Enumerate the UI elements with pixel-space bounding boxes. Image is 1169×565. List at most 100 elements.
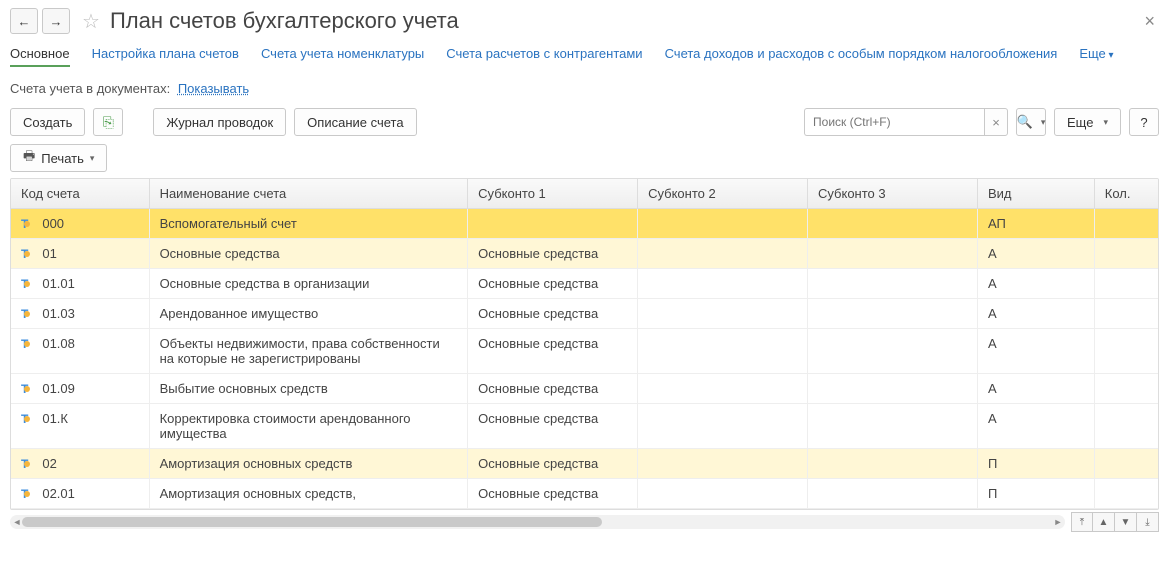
cell-kol xyxy=(1094,449,1158,479)
star-icon[interactable]: ☆ xyxy=(82,9,100,34)
account-name: Объекты недвижимости, права собственност… xyxy=(149,329,468,374)
table-row[interactable]: T02Амортизация основных средствОсновные … xyxy=(11,449,1158,479)
scroll-thumb[interactable] xyxy=(22,517,602,527)
col-sub1[interactable]: Субконто 1 xyxy=(468,179,638,209)
create-button[interactable]: Создать xyxy=(10,108,85,136)
cell-kol xyxy=(1094,374,1158,404)
table-row[interactable]: T 02.01 Амортизация основных средств,Основ… xyxy=(11,479,1158,509)
create-copy-button[interactable]: ⎘ xyxy=(93,108,123,136)
chevron-down-icon: ▾ xyxy=(90,153,95,164)
cell-sub3 xyxy=(808,299,978,329)
scroll-up-button[interactable]: ▲ xyxy=(1093,512,1115,532)
cell-sub2 xyxy=(638,374,808,404)
print-button[interactable]: 🖶 Печать ▾ xyxy=(10,144,107,172)
scroll-right-icon: ► xyxy=(1051,515,1065,529)
account-icon: T xyxy=(21,487,34,501)
col-kol[interactable]: Кол. xyxy=(1094,179,1158,209)
account-name: Основные средства xyxy=(149,239,468,269)
cell-kol xyxy=(1094,239,1158,269)
table-row[interactable]: T01.ККорректировка стоимости арендованно… xyxy=(11,404,1158,449)
chevron-down-icon: ▾ xyxy=(1041,117,1046,128)
tab-nomenclature[interactable]: Счета учета номенклатуры xyxy=(261,46,424,61)
cell-sub1: Основные средства xyxy=(468,374,638,404)
cell-vid: А xyxy=(977,239,1094,269)
cell-vid: П xyxy=(977,479,1094,509)
account-name: Выбытие основных средств xyxy=(149,374,468,404)
cell-vid: П xyxy=(977,449,1094,479)
cell-kol xyxy=(1094,269,1158,299)
table-row[interactable]: T01.08Объекты недвижимости, права собств… xyxy=(11,329,1158,374)
close-button[interactable]: × xyxy=(1140,11,1159,32)
cell-kol xyxy=(1094,329,1158,374)
print-icon: 🖶 xyxy=(23,147,35,169)
tab-tax[interactable]: Счета доходов и расходов с особым порядк… xyxy=(665,46,1058,61)
account-code: 01.01 xyxy=(42,276,75,291)
cell-sub3 xyxy=(808,269,978,299)
col-code[interactable]: Код счета xyxy=(11,179,149,209)
account-code: 02 xyxy=(42,456,56,471)
search-clear-button[interactable]: × xyxy=(984,108,1008,136)
search-icon: 🔍 xyxy=(1017,114,1033,130)
account-icon: T xyxy=(21,337,34,351)
account-name: Арендованное имущество xyxy=(149,299,468,329)
cell-sub2 xyxy=(638,209,808,239)
scroll-down-button[interactable]: ▼ xyxy=(1115,512,1137,532)
cell-vid: А xyxy=(977,299,1094,329)
account-icon: T xyxy=(21,307,34,321)
cell-sub1: Основные средства xyxy=(468,479,638,509)
back-button[interactable]: ← xyxy=(10,8,38,34)
accounts-table: Код счета Наименование счета Субконто 1 … xyxy=(11,179,1158,509)
col-sub2[interactable]: Субконто 2 xyxy=(638,179,808,209)
table-row[interactable]: T01.01Основные средства в организацииОсн… xyxy=(11,269,1158,299)
forward-button[interactable]: → xyxy=(42,8,70,34)
cell-vid: А xyxy=(977,374,1094,404)
account-name: Амортизация основных средств, xyxy=(149,479,468,509)
scroll-top-button[interactable]: ⤒ xyxy=(1071,512,1093,532)
account-code: 02.01 xyxy=(42,486,75,501)
account-code: 01 xyxy=(42,246,56,261)
horizontal-scrollbar[interactable]: ◄ ► xyxy=(10,515,1065,529)
more-button[interactable]: Еще▾ xyxy=(1054,108,1121,136)
cell-vid: А xyxy=(977,404,1094,449)
scroll-bottom-button[interactable]: ⤓ xyxy=(1137,512,1159,532)
table-row[interactable]: T01Основные средстваОсновные средстваА xyxy=(11,239,1158,269)
col-vid[interactable]: Вид xyxy=(977,179,1094,209)
account-name: Корректировка стоимости арендованного им… xyxy=(149,404,468,449)
col-name[interactable]: Наименование счета xyxy=(149,179,468,209)
table-row[interactable]: T000Вспомогательный счетАП xyxy=(11,209,1158,239)
col-sub3[interactable]: Субконто 3 xyxy=(808,179,978,209)
close-icon: × xyxy=(992,115,1000,130)
chevron-down-icon: ▾ xyxy=(1103,117,1108,128)
tab-more[interactable]: Еще xyxy=(1079,46,1113,61)
table-row[interactable]: T01.03Арендованное имуществоОсновные сре… xyxy=(11,299,1158,329)
help-button[interactable]: ? xyxy=(1129,108,1159,136)
cell-sub3 xyxy=(808,239,978,269)
table-row[interactable]: T 01.09 Выбытие основных средствОсновные с… xyxy=(11,374,1158,404)
cell-sub2 xyxy=(638,404,808,449)
cell-sub2 xyxy=(638,479,808,509)
cell-sub2 xyxy=(638,269,808,299)
cell-kol xyxy=(1094,404,1158,449)
filter-value-link[interactable]: Показывать xyxy=(178,81,249,96)
cell-sub1: Основные средства xyxy=(468,449,638,479)
cell-sub3 xyxy=(808,479,978,509)
cell-sub3 xyxy=(808,209,978,239)
cell-sub1 xyxy=(468,209,638,239)
tab-plan-settings[interactable]: Настройка плана счетов xyxy=(92,46,239,61)
account-icon: T xyxy=(21,412,34,426)
account-code: 01.09 xyxy=(42,381,75,396)
copy-icon: ⎘ xyxy=(103,114,114,131)
account-name: Основные средства в организации xyxy=(149,269,468,299)
search-input[interactable] xyxy=(804,108,984,136)
filter-label: Счета учета в документах: xyxy=(10,81,170,96)
journal-button[interactable]: Журнал проводок xyxy=(153,108,286,136)
account-icon: T xyxy=(21,277,34,291)
account-code: 01.03 xyxy=(42,306,75,321)
cell-sub2 xyxy=(638,239,808,269)
description-button[interactable]: Описание счета xyxy=(294,108,416,136)
advanced-search-button[interactable]: 🔍▾ xyxy=(1016,108,1046,136)
tab-contractors[interactable]: Счета расчетов с контрагентами xyxy=(446,46,642,61)
tab-main[interactable]: Основное xyxy=(10,46,70,67)
account-icon: T xyxy=(21,382,34,396)
tab-bar: Основное Настройка плана счетов Счета уч… xyxy=(10,46,1159,67)
